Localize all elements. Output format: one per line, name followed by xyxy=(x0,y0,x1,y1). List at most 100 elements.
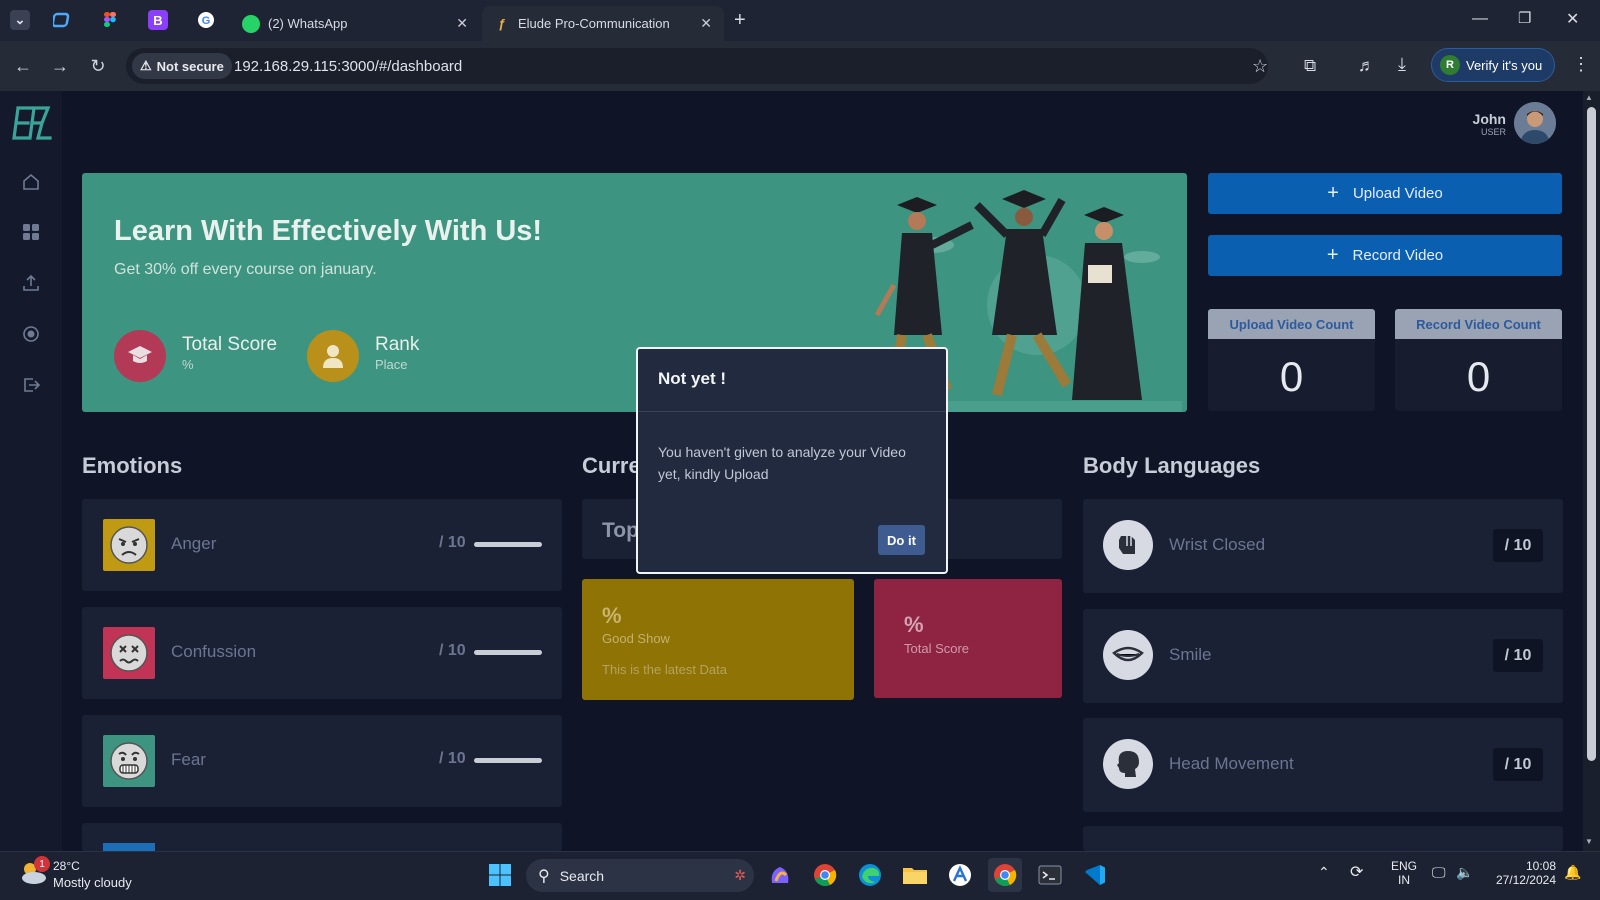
tab-label: (2) WhatsApp xyxy=(268,16,348,31)
close-window-icon[interactable]: ✕ xyxy=(1566,9,1579,29)
body-card-head-movement[interactable]: Head Movement / 10 xyxy=(1083,718,1563,812)
record-icon[interactable] xyxy=(20,323,42,345)
bookmark-star-icon[interactable]: ☆ xyxy=(1252,56,1268,77)
body-card-wrist-closed[interactable]: Wrist Closed / 10 xyxy=(1083,499,1563,593)
plus-icon: + xyxy=(1326,244,1339,266)
verify-profile-button[interactable]: R Verify it's you xyxy=(1431,48,1555,82)
minimize-icon[interactable]: — xyxy=(1472,10,1488,28)
weather-cloud-icon[interactable]: 1 xyxy=(18,856,50,888)
scrollbar-thumb[interactable] xyxy=(1587,107,1596,761)
person-icon xyxy=(307,330,359,382)
download-icon[interactable]: ⤓ xyxy=(1398,54,1406,75)
rank-title: Rank xyxy=(375,334,420,355)
emotions-heading: Emotions xyxy=(82,453,183,478)
graduation-cap-icon xyxy=(114,330,166,382)
chrome-icon[interactable] xyxy=(808,858,842,892)
pinned-tab-google-icon[interactable]: G xyxy=(196,10,216,30)
lips-icon xyxy=(1103,630,1153,680)
logout-icon[interactable] xyxy=(20,374,42,396)
good-show-note: This is the latest Data xyxy=(602,662,727,677)
record-video-button[interactable]: + Record Video xyxy=(1208,235,1562,276)
security-chip[interactable]: ⚠ Not secure xyxy=(132,53,232,79)
volume-icon[interactable]: 🔈 xyxy=(1456,864,1473,881)
menu-kebab-icon[interactable]: ⋮ xyxy=(1572,54,1590,75)
body-card-smile[interactable]: Smile / 10 xyxy=(1083,609,1563,703)
upload-count-value: 0 xyxy=(1279,353,1304,400)
back-icon[interactable]: ← xyxy=(9,52,37,80)
media-controls-icon[interactable]: ♬ xyxy=(1358,56,1375,76)
user-name: John xyxy=(1472,111,1506,127)
pinned-tab-b-icon[interactable]: B xyxy=(148,10,168,30)
restore-icon[interactable]: ❐ xyxy=(1518,9,1531,27)
emotion-label: Confussion xyxy=(171,642,257,661)
record-count-card: Record Video Count 0 xyxy=(1395,309,1562,411)
chrome-profile-icon[interactable] xyxy=(988,858,1022,892)
network-icon[interactable]: 🖵 xyxy=(1432,864,1446,881)
good-show-title: Good Show xyxy=(602,631,670,646)
app-a-icon[interactable] xyxy=(943,858,977,892)
emotion-card-partial xyxy=(82,823,562,851)
notification-bell-icon[interactable]: 🔔 xyxy=(1564,864,1581,881)
upload-count-card: Upload Video Count 0 xyxy=(1208,309,1375,411)
avatar[interactable] xyxy=(1514,102,1556,144)
reload-icon[interactable]: ↻ xyxy=(84,52,112,80)
rank-sub: Place xyxy=(375,357,408,372)
chevron-up-icon[interactable]: ⌃ xyxy=(1318,864,1330,881)
emotion-card-anger[interactable]: Anger / 10 xyxy=(82,499,562,591)
emotion-card-confussion[interactable]: Confussion / 10 xyxy=(82,607,562,699)
url-text[interactable]: 192.168.29.115:3000/#/dashboard xyxy=(234,58,462,75)
app-sidebar xyxy=(0,91,62,851)
tab-list-chevron-icon[interactable]: ⌄ xyxy=(10,10,30,30)
scroll-down-icon[interactable]: ▼ xyxy=(1585,837,1593,846)
sync-icon[interactable]: ⟳ xyxy=(1350,862,1363,882)
body-label: Smile xyxy=(1169,645,1212,664)
page-scrollbar[interactable]: ▲ ▼ xyxy=(1583,91,1600,851)
app-logo[interactable] xyxy=(12,104,54,147)
fearful-face-icon xyxy=(103,735,155,787)
body-score: / 10 xyxy=(1493,748,1543,781)
terminal-icon[interactable] xyxy=(1033,858,1067,892)
pinned-tab-blue-icon[interactable] xyxy=(52,10,72,30)
taskbar-search[interactable]: ⚲ Search ✲ xyxy=(526,859,754,892)
record-count-value: 0 xyxy=(1466,353,1491,400)
upload-count-label: Upload Video Count xyxy=(1208,309,1375,339)
svg-text:G: G xyxy=(202,15,211,27)
new-tab-icon[interactable]: + xyxy=(734,9,746,32)
tab-elude[interactable]: ƒ Elude Pro-Communication ✕ xyxy=(482,6,724,41)
confused-face-icon xyxy=(103,627,155,679)
emotion-score: / 10 xyxy=(439,534,466,551)
edge-icon[interactable] xyxy=(853,858,887,892)
upload-icon[interactable] xyxy=(20,272,42,294)
promo-banner: Learn With Effectively With Us! Get 30% … xyxy=(82,173,1187,412)
copilot-icon[interactable] xyxy=(763,858,797,892)
pinned-tab-figma-icon[interactable] xyxy=(100,10,120,30)
forward-icon[interactable]: → xyxy=(46,52,74,80)
emotion-card-fear[interactable]: Fear / 10 xyxy=(82,715,562,807)
dashboard-grid-icon[interactable] xyxy=(20,221,42,243)
file-explorer-icon[interactable] xyxy=(898,858,932,892)
upload-video-label: Upload Video xyxy=(1352,185,1443,202)
emotion-progress-bar xyxy=(474,650,542,655)
language-top: ENG xyxy=(1390,859,1417,873)
home-icon[interactable] xyxy=(20,171,42,193)
do-it-button[interactable]: Do it xyxy=(878,525,925,555)
extensions-icon[interactable]: ⧉ xyxy=(1304,56,1316,76)
tab-whatsapp[interactable]: (2) WhatsApp ✕ xyxy=(230,6,480,41)
user-info[interactable]: John USER xyxy=(1460,111,1506,137)
body-score: / 10 xyxy=(1493,639,1543,672)
close-tab-icon[interactable]: ✕ xyxy=(700,15,712,32)
language-indicator[interactable]: ENG IN xyxy=(1390,859,1418,887)
scroll-up-icon[interactable]: ▲ xyxy=(1585,93,1593,102)
emotion-score: / 10 xyxy=(439,642,466,659)
head-icon xyxy=(1103,739,1153,789)
total-score-value: % xyxy=(904,612,924,637)
current-heading: Curre xyxy=(582,453,641,478)
body-label: Wrist Closed xyxy=(1169,535,1266,554)
warning-icon: ⚠ xyxy=(140,58,152,73)
clock[interactable]: 10:08 27/12/2024 xyxy=(1486,859,1556,887)
upload-video-button[interactable]: + Upload Video xyxy=(1208,173,1562,214)
windows-start-icon[interactable] xyxy=(483,858,517,892)
weather-badge: 1 xyxy=(34,856,50,872)
vscode-icon[interactable] xyxy=(1078,858,1112,892)
close-tab-icon[interactable]: ✕ xyxy=(456,15,468,32)
